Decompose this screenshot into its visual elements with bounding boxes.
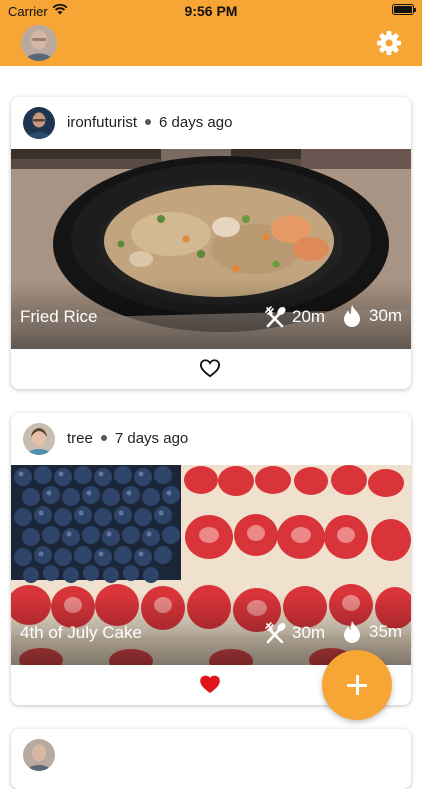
- user-avatar-image: [23, 739, 55, 771]
- prep-time-value: 20m: [292, 307, 326, 326]
- profile-avatar-image: [21, 25, 57, 61]
- cook-time-value: 30m: [369, 306, 403, 325]
- post-time-ago: 6 days ago: [159, 114, 233, 131]
- add-recipe-button[interactable]: [322, 650, 392, 720]
- post-username[interactable]: ironfuturist: [67, 114, 137, 131]
- cook-time-value: 35m: [369, 622, 403, 641]
- status-bar: Carrier 9:56 PM: [0, 0, 422, 22]
- post-header: ironfuturist 6 days ago: [11, 97, 411, 149]
- post-meta: ironfuturist 6 days ago: [67, 114, 232, 131]
- post-card[interactable]: ironfuturist 6 days ago Fried Rice 20m 3…: [11, 97, 411, 389]
- user-avatar[interactable]: [23, 107, 55, 139]
- user-avatar[interactable]: [23, 423, 55, 455]
- post-card[interactable]: [11, 729, 411, 789]
- utensils-icon: [265, 622, 286, 644]
- flame-icon: [344, 621, 360, 643]
- recipe-photo[interactable]: Fried Rice 20m 30m: [11, 149, 411, 349]
- app-header: Carrier 9:56 PM: [0, 0, 422, 66]
- recipe-feed[interactable]: ironfuturist 6 days ago Fried Rice 20m 3…: [0, 66, 422, 789]
- post-header: [11, 729, 411, 781]
- user-avatar-image: [23, 107, 55, 139]
- heart-filled-icon[interactable]: [199, 674, 221, 694]
- recipe-photo[interactable]: 4th of July Cake 30m 35m: [11, 465, 411, 665]
- prep-time-value: 30m: [292, 623, 326, 642]
- battery-icon: [392, 4, 416, 15]
- post-username[interactable]: tree: [67, 430, 93, 447]
- flame-icon: [344, 305, 360, 327]
- cook-time: 30m: [341, 304, 402, 328]
- heart-outline-icon[interactable]: [199, 358, 221, 378]
- gear-icon[interactable]: [376, 30, 402, 56]
- separator-dot: [100, 435, 107, 442]
- utensils-icon: [265, 306, 286, 328]
- cook-time: 35m: [341, 620, 402, 644]
- post-meta: tree 7 days ago: [67, 430, 188, 447]
- user-avatar[interactable]: [23, 739, 55, 771]
- recipe-title: Fried Rice: [20, 307, 98, 326]
- prep-time: 20m: [264, 306, 325, 328]
- post-time-ago: 7 days ago: [114, 430, 189, 447]
- separator-dot: [145, 119, 152, 126]
- post-header: tree 7 days ago: [11, 413, 411, 465]
- recipe-title: 4th of July Cake: [20, 623, 142, 642]
- user-avatar-image: [23, 423, 55, 455]
- profile-avatar[interactable]: [21, 25, 57, 61]
- clock: 9:56 PM: [184, 3, 238, 19]
- post-footer: [11, 349, 411, 389]
- prep-time: 30m: [264, 622, 325, 644]
